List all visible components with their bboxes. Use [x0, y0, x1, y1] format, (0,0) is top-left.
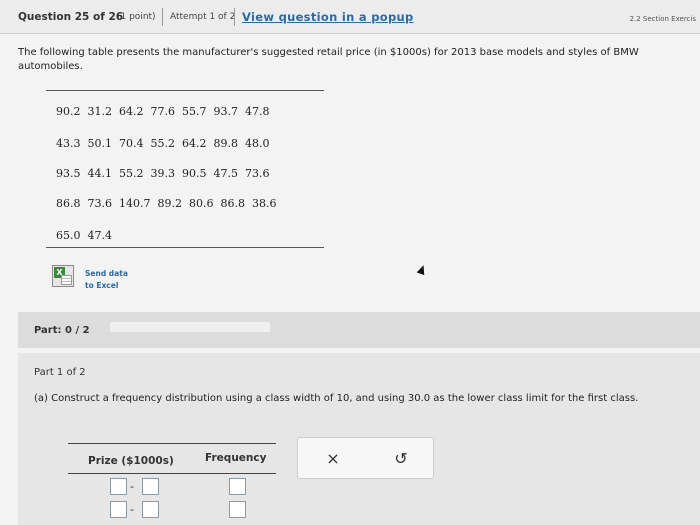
upper-limit-input[interactable]	[142, 501, 159, 518]
table-cell: 39.3	[150, 167, 176, 180]
part-1-label: Part 1 of 2	[34, 367, 86, 378]
upper-limit-input[interactable]	[142, 478, 159, 495]
question-prompt: The following table presents the manufac…	[18, 47, 639, 72]
excel-link-line1: Send data	[85, 269, 128, 278]
table-cell: 90.5	[182, 167, 207, 180]
table-cell: 47.8	[245, 105, 270, 118]
frequency-input[interactable]	[229, 501, 246, 518]
view-popup-link[interactable]: View question in a popup	[242, 10, 414, 24]
table-cell: 73.6	[245, 167, 270, 180]
question-number: Question 25 of 26	[18, 11, 124, 23]
table-cell: 86.8	[56, 197, 81, 210]
part-score: Part: 0 / 2	[34, 325, 90, 336]
lower-limit-input[interactable]	[110, 478, 127, 495]
undo-button[interactable]: ↺	[390, 449, 412, 468]
table-cell: 55.2	[150, 137, 176, 150]
attempt-counter: Attempt 1 of 2	[170, 12, 236, 22]
section-label: 2.2 Section Exercis	[629, 15, 696, 23]
column-header-prize: Prize ($1000s)	[88, 455, 174, 467]
column-header-frequency: Frequency	[205, 452, 267, 464]
table-row: 43.3 50.1 70.4 55.2 64.2 89.8 48.0	[56, 137, 277, 150]
table-cell: 44.1	[87, 167, 113, 180]
mouse-cursor-icon	[416, 263, 428, 276]
data-table: 90.2 31.2 64.2 77.6 55.7 93.7 47.8 43.3 50.1 70.…	[46, 90, 324, 248]
excel-link-line2: to Excel	[85, 281, 119, 290]
table-divider	[68, 473, 276, 474]
table-cell: 93.7	[213, 105, 239, 118]
table-row: 65.0 47.4	[56, 229, 119, 242]
question-points: (1 point)	[117, 12, 156, 22]
separator	[234, 8, 235, 26]
table-cell: 55.7	[182, 105, 207, 118]
answer-toolbox: × ↺	[297, 437, 434, 479]
separator	[162, 8, 163, 26]
table-cell: 73.6	[87, 197, 113, 210]
table-cell: 140.7	[119, 197, 151, 210]
table-cell: 89.8	[213, 137, 239, 150]
range-dash: -	[130, 480, 134, 493]
frequency-input[interactable]	[229, 478, 246, 495]
table-cell: 89.2	[157, 197, 183, 210]
table-row: 90.2 31.2 64.2 77.6 55.7 93.7 47.8	[56, 105, 277, 118]
table-cell: 48.0	[245, 137, 270, 150]
table-cell: 90.2	[56, 105, 81, 118]
part-1-question: (a) Construct a frequency distribution u…	[34, 393, 639, 404]
table-cell: 80.6	[189, 197, 214, 210]
table-cell: 64.2	[119, 105, 144, 118]
progress-track	[110, 322, 270, 332]
table-cell: 70.4	[119, 137, 144, 150]
lower-limit-input[interactable]	[110, 501, 127, 518]
part-progress-bar: Part: 0 / 2	[18, 312, 700, 348]
range-dash: -	[130, 503, 134, 516]
table-cell: 86.8	[220, 197, 246, 210]
table-cell: 93.5	[56, 167, 81, 180]
table-cell: 50.1	[87, 137, 113, 150]
clear-button[interactable]: ×	[322, 449, 344, 468]
table-cell: 38.6	[252, 197, 277, 210]
table-cell: 64.2	[182, 137, 207, 150]
table-cell: 31.2	[87, 105, 113, 118]
table-cell: 77.6	[150, 105, 176, 118]
table-cell: 47.4	[87, 229, 113, 242]
table-cell: 55.2	[119, 167, 144, 180]
excel-icon[interactable]: X	[52, 265, 74, 287]
send-to-excel-link[interactable]: Send data to Excel	[85, 268, 128, 292]
table-row: 86.8 73.6 140.7 89.2 80.6 86.8 38.6	[56, 197, 284, 210]
table-cell: 43.3	[56, 137, 81, 150]
table-divider	[68, 443, 276, 444]
table-cell: 47.5	[213, 167, 239, 180]
table-row: 93.5 44.1 55.2 39.3 90.5 47.5 73.6	[56, 167, 277, 180]
table-cell: 65.0	[56, 229, 81, 242]
top-bar: Question 25 of 26 (1 point) Attempt 1 of…	[0, 0, 700, 34]
